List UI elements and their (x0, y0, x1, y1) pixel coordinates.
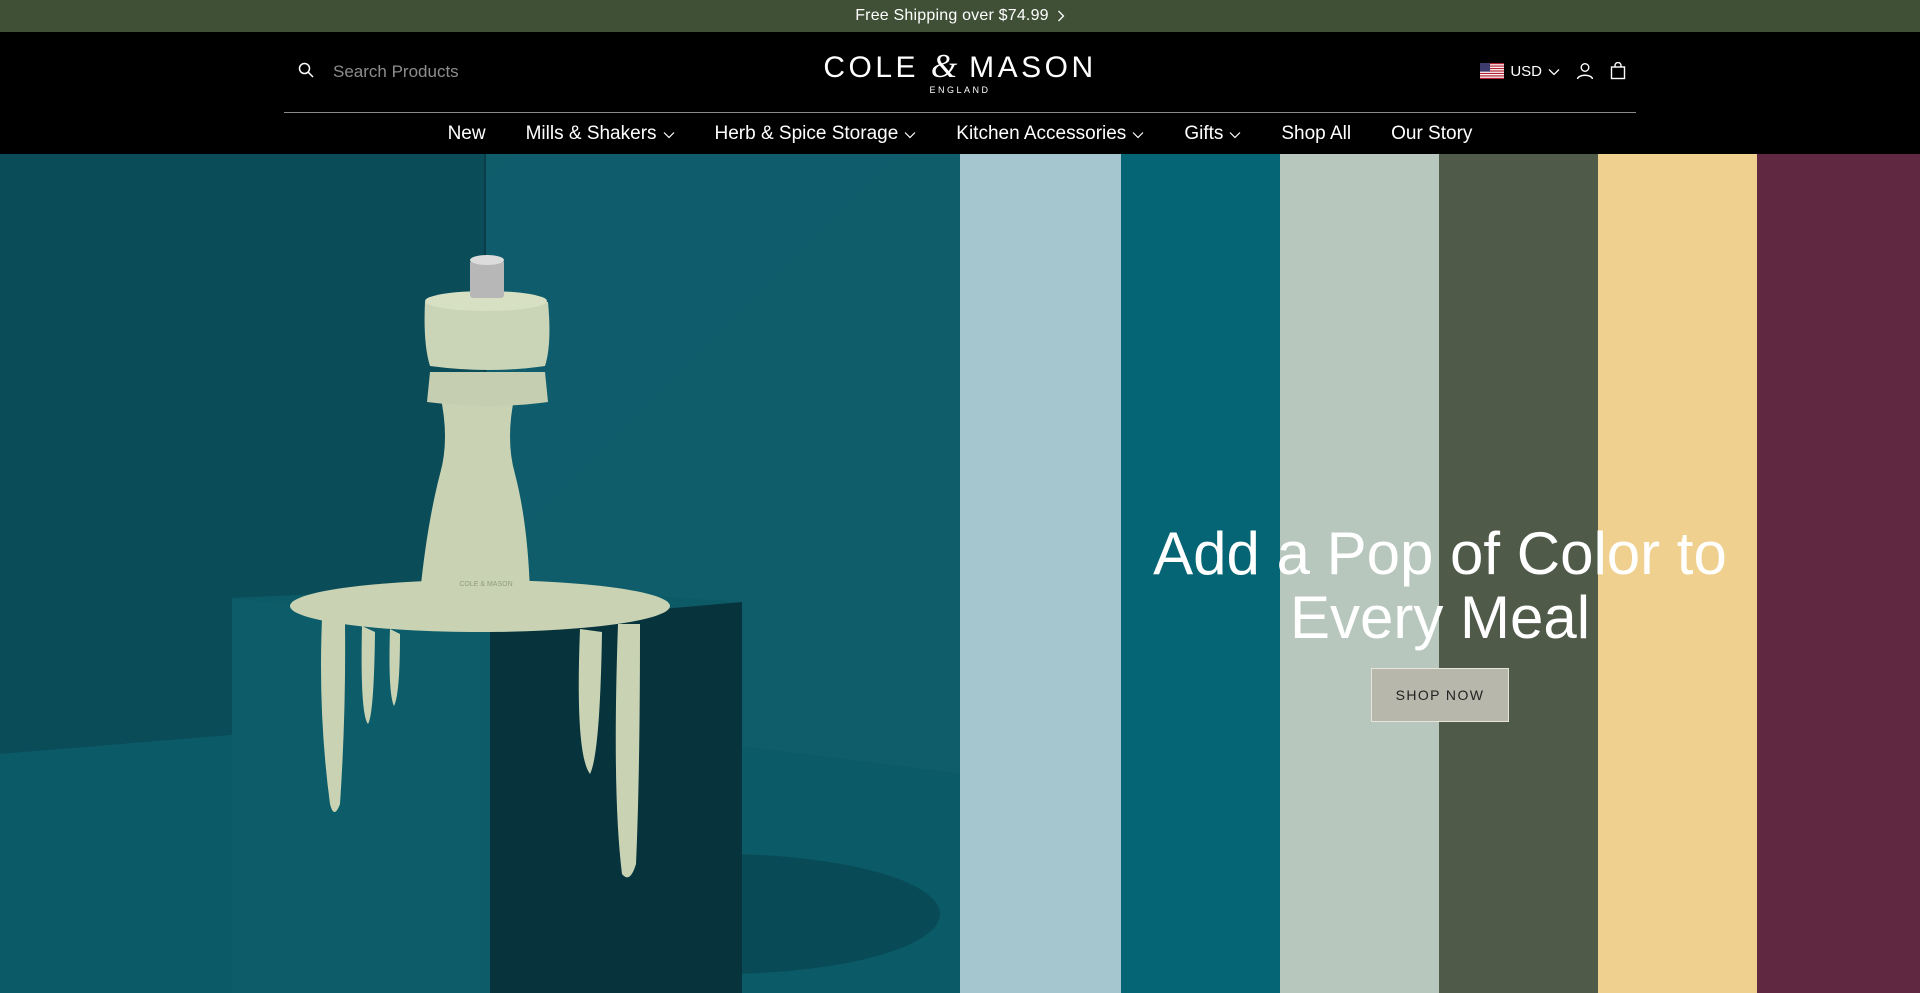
announcement-bar[interactable]: Free Shipping over $74.99 (0, 0, 1920, 32)
us-flag-icon (1480, 63, 1505, 79)
nav-item-herb-spice-storage[interactable]: Herb & Spice Storage (715, 123, 917, 145)
search-bar[interactable] (298, 61, 591, 83)
chevron-down-icon[interactable] (663, 123, 675, 145)
chevron-down-icon[interactable] (904, 123, 916, 145)
hero-copy: Add a Pop of Color to Every Meal SHOP NO… (1080, 522, 1800, 722)
hero-title: Add a Pop of Color to Every Meal (1153, 520, 1727, 651)
hero-product-image: COLE & MASON (0, 154, 960, 993)
logo-subtitle: ENGLAND (929, 85, 991, 95)
site-logo[interactable]: COLE & MASON ENGLAND (823, 48, 1097, 96)
header-top: COLE & MASON ENGLAND (284, 32, 1636, 113)
nav-item-mills-shakers[interactable]: Mills & Shakers (526, 123, 675, 145)
account-icon[interactable] (1576, 62, 1594, 80)
logo-wordmark: COLE & MASON (823, 48, 1097, 85)
cart-icon[interactable] (1610, 62, 1626, 80)
chevron-down-icon[interactable] (1548, 63, 1560, 80)
announcement-text[interactable]: Free Shipping over $74.99 (855, 7, 1049, 25)
mill-logo-text: COLE & MASON (459, 581, 512, 588)
search-icon[interactable] (298, 62, 314, 83)
main-nav: New Mills & Shakers Herb & Spice Storage… (0, 116, 1920, 152)
nav-item-kitchen-accessories[interactable]: Kitchen Accessories (956, 123, 1144, 145)
nav-item-new[interactable]: New (448, 123, 486, 145)
nav-item-shop-all[interactable]: Shop All (1281, 123, 1351, 145)
header-utilities: USD (1480, 62, 1626, 80)
chevron-down-icon[interactable] (1229, 123, 1241, 145)
hero-banner: COLE & MASON Add a Pop of Color to Every… (0, 154, 1920, 993)
currency-selector[interactable]: USD (1480, 63, 1560, 80)
site-header: COLE & MASON ENGLAND (0, 32, 1920, 154)
shop-now-button[interactable]: SHOP NOW (1370, 668, 1510, 722)
chevron-down-icon[interactable] (1132, 123, 1144, 145)
nav-item-gifts[interactable]: Gifts (1184, 123, 1241, 145)
search-input[interactable] (331, 61, 591, 83)
pepper-mill-scene: COLE & MASON (0, 154, 960, 993)
currency-label[interactable]: USD (1510, 63, 1542, 80)
chevron-right-icon[interactable] (1057, 10, 1065, 22)
nav-item-our-story[interactable]: Our Story (1391, 123, 1472, 145)
